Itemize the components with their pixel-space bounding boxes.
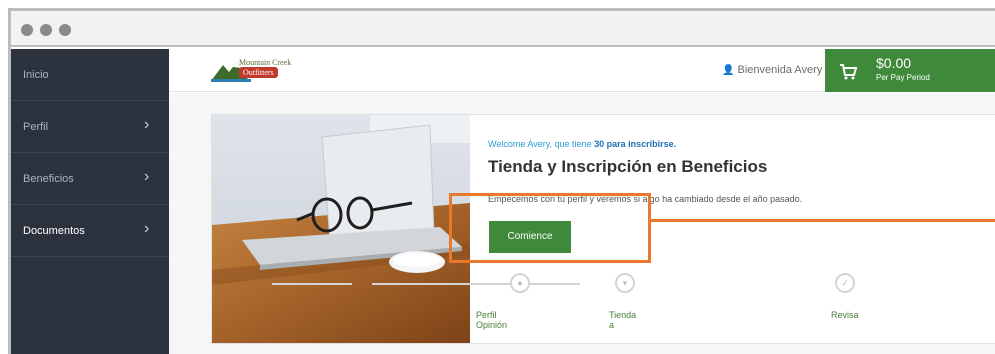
- user-greeting: Bienvenida Avery ⌄: [737, 64, 835, 76]
- user-menu[interactable]: 👤 Bienvenida Avery ⌄: [722, 63, 835, 76]
- logo-text: Mountain Creek: [239, 58, 292, 67]
- callout-highlight-box: [449, 193, 651, 263]
- window-titlebar: [11, 11, 995, 47]
- desk-laptop-photo: [212, 115, 470, 343]
- page-title: Tienda y Inscripción en Beneficios: [488, 157, 768, 176]
- cart-icon: [840, 64, 858, 80]
- cart-button[interactable]: $0.00 Per Pay Period: [825, 49, 995, 92]
- cart-amount: $0.00: [876, 55, 912, 71]
- sidebar-item-beneficios[interactable]: Beneficios ›: [11, 153, 169, 205]
- sidebar-item-label: Perfil: [23, 121, 49, 133]
- step-label-perfil: Perfil Opinión: [476, 310, 508, 330]
- logo-badge: Outfitters: [239, 67, 278, 78]
- sidebar-item-documentos[interactable]: Documentos ›: [11, 205, 169, 257]
- person-icon: ●: [510, 273, 530, 293]
- sidebar-item-inicio[interactable]: Inicio: [11, 49, 169, 101]
- welcome-message: Welcome Avery, que tiene 30 para inscrib…: [488, 139, 676, 149]
- sidebar: Inicio Perfil › Beneficios › Documentos …: [11, 49, 169, 354]
- check-icon: ✓: [835, 273, 855, 293]
- user-icon: 👤: [722, 65, 735, 76]
- window-minimize-dot[interactable]: [40, 24, 52, 36]
- callout-line: [651, 219, 995, 222]
- step-connector: [372, 283, 580, 285]
- sidebar-item-label: Documentos: [23, 225, 85, 237]
- sidebar-item-perfil[interactable]: Perfil ›: [11, 101, 169, 153]
- step-connector: [272, 283, 352, 285]
- top-bar: Mountain Creek Outfitters 👤 Bienvenida A…: [169, 49, 995, 92]
- enroll-count: 30 para inscribirse.: [594, 139, 677, 149]
- welcome-prefix: Welcome Avery, que tiene: [488, 139, 595, 149]
- chevron-right-icon: ›: [144, 168, 150, 185]
- chevron-right-icon: ›: [144, 116, 150, 133]
- step-label-tienda: Tienda a: [609, 310, 637, 330]
- chevron-right-icon: ›: [144, 220, 150, 237]
- sidebar-item-label: Inicio: [23, 69, 49, 81]
- window-maximize-dot[interactable]: [59, 24, 71, 36]
- step-label-revisa: Revisa: [831, 310, 859, 320]
- window-close-dot[interactable]: [21, 24, 33, 36]
- sidebar-item-label: Beneficios: [23, 173, 74, 185]
- browser-window: Inicio Perfil › Beneficios › Documentos …: [8, 8, 995, 354]
- cart-period: Per Pay Period: [876, 73, 930, 82]
- cart-icon: ▾: [615, 273, 635, 293]
